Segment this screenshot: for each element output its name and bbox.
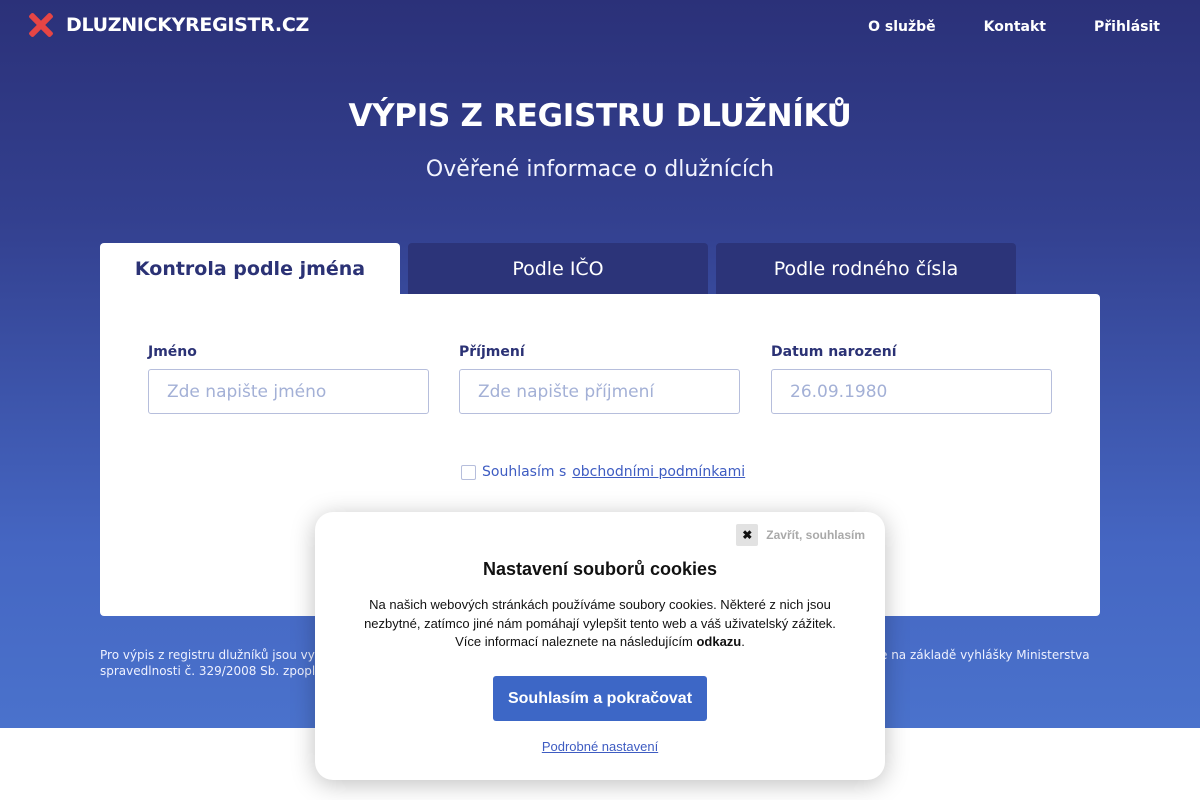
- cookie-details-link[interactable]: Podrobné nastavení: [315, 739, 885, 754]
- first-name-group: Jméno: [148, 344, 429, 414]
- nav-login[interactable]: Přihlásit: [1094, 19, 1160, 35]
- last-name-input[interactable]: [459, 369, 740, 414]
- cookie-text: Na našich webových stránkách používáme s…: [364, 597, 836, 649]
- consent-prefix: Souhlasím s: [482, 464, 567, 480]
- terms-link[interactable]: obchodními podmínkami: [572, 464, 745, 480]
- cookie-text-body: Na našich webových stránkách používáme s…: [364, 597, 836, 631]
- nav-contact[interactable]: Kontakt: [984, 19, 1046, 35]
- cookie-close-label: Zavřít, souhlasím: [766, 528, 865, 542]
- birth-date-group: Datum narození: [771, 344, 1052, 414]
- birth-date-input[interactable]: [771, 369, 1052, 414]
- terms-consent: Souhlasím s obchodními podmínkami: [461, 464, 745, 480]
- cookie-text-more: Více informací naleznete na následujícím: [455, 634, 693, 649]
- footer-note-right: e na základě vyhlášky Ministerstva: [880, 648, 1090, 662]
- first-name-label: Jméno: [148, 344, 197, 360]
- last-name-label: Příjmení: [459, 344, 525, 360]
- main-nav: O službě Kontakt Přihlásit: [868, 19, 1160, 35]
- logo-x-icon: [28, 12, 54, 38]
- cookie-dialog: ✖ Zavřít, souhlasím Nastavení souborů co…: [315, 512, 885, 780]
- first-name-input[interactable]: [148, 369, 429, 414]
- tab-by-birth-number[interactable]: Podle rodného čísla: [716, 243, 1016, 294]
- page-subtitle: Ověřené informace o dlužnících: [425, 157, 775, 182]
- close-icon: ✖: [736, 524, 759, 546]
- cookie-close-button[interactable]: ✖ Zavřít, souhlasím: [736, 524, 865, 546]
- logo-text: DLUZNICKYREGISTR.CZ: [66, 14, 309, 36]
- terms-checkbox[interactable]: [461, 464, 476, 480]
- cookie-accept-button[interactable]: Souhlasím a pokračovat: [493, 676, 707, 721]
- page-title: VÝPIS Z REGISTRU DLUŽNÍKŮ: [348, 98, 852, 134]
- cookie-title: Nastavení souborů cookies: [482, 559, 718, 579]
- site-logo[interactable]: DLUZNICKYREGISTR.CZ: [28, 12, 309, 38]
- tab-by-ico[interactable]: Podle IČO: [408, 243, 708, 294]
- tab-by-name[interactable]: Kontrola podle jména: [100, 243, 400, 294]
- birth-date-label: Datum narození: [771, 344, 897, 360]
- last-name-group: Příjmení: [459, 344, 740, 414]
- cookie-policy-link[interactable]: odkazu: [696, 634, 741, 649]
- nav-about[interactable]: O službě: [868, 19, 936, 35]
